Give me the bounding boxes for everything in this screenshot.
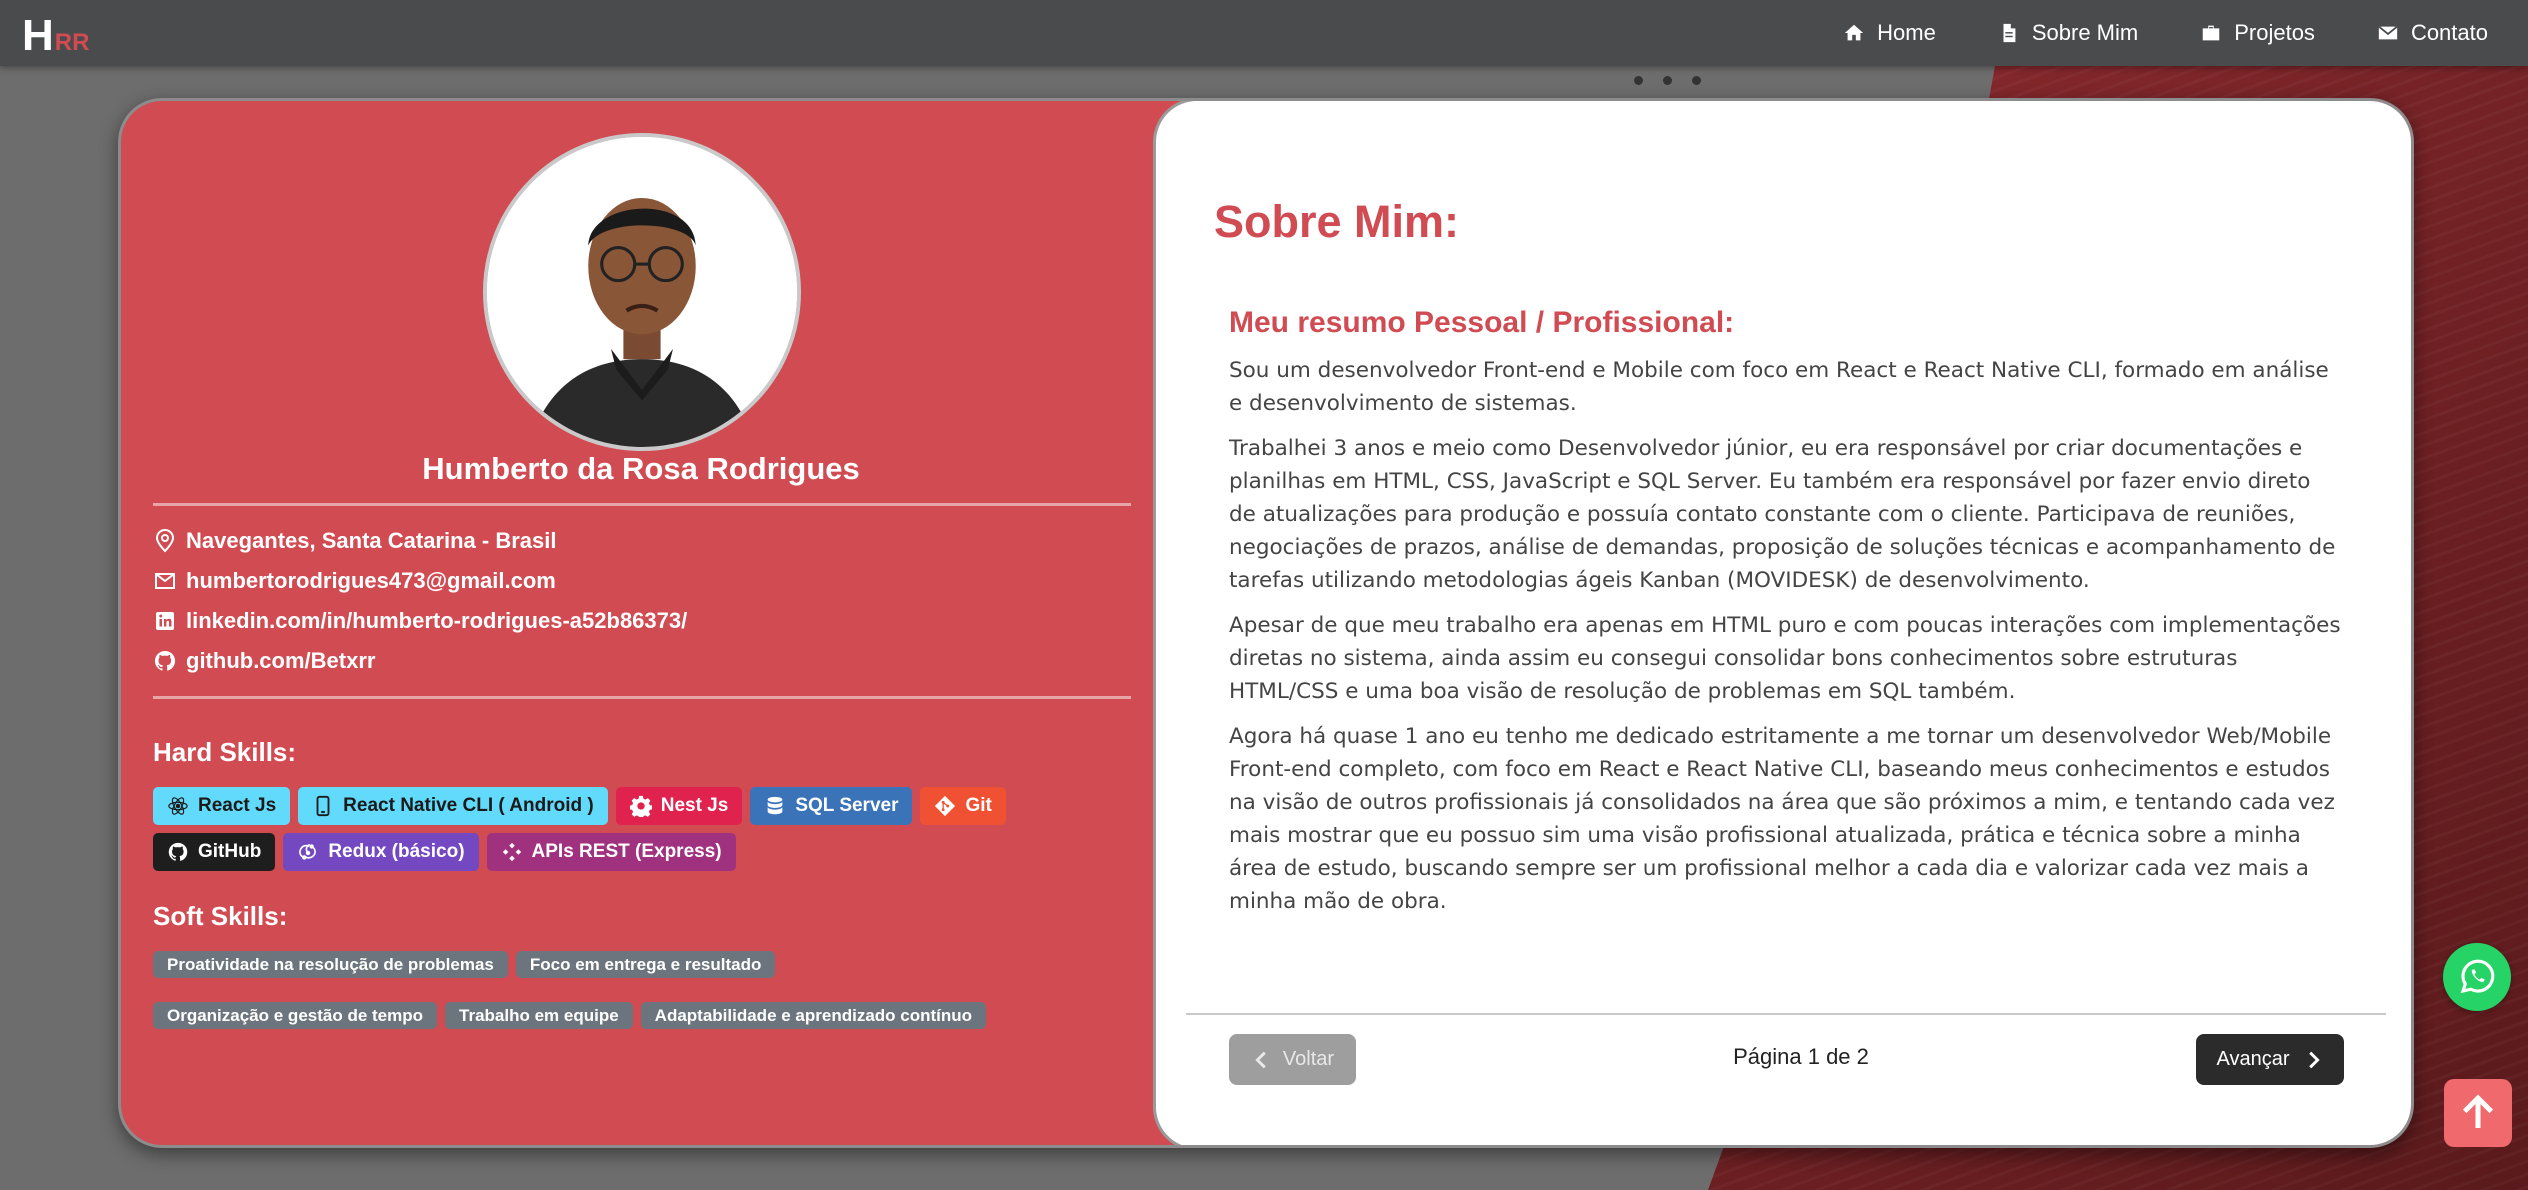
dot[interactable]	[1692, 76, 1701, 85]
document-icon	[2003, 23, 2016, 43]
contact-list: Navegantes, Santa Catarina - Brasil humb…	[153, 521, 687, 681]
page-indicator: Página 1 de 2	[1733, 1044, 1869, 1069]
soft-skill-badge: Foco em entrega e resultado	[515, 951, 776, 978]
github-icon	[154, 650, 176, 671]
skill-badge-github: GitHub	[153, 833, 276, 871]
hard-skills-title: Hard Skills:	[153, 737, 297, 767]
skill-badge-apis: APIs REST (Express)	[486, 833, 736, 871]
git-icon	[935, 795, 956, 817]
nav-home-label: Home	[1877, 20, 1936, 45]
database-icon	[767, 796, 783, 815]
soft-skill-badge: Adaptabilidade e aprendizado contínuo	[640, 1002, 987, 1029]
nav-projetos-label: Projetos	[2234, 20, 2315, 45]
skill-label: React Js	[198, 795, 277, 816]
back-button[interactable]: Voltar	[1229, 1034, 1356, 1085]
logo-letter: H	[22, 11, 54, 60]
arrow-up-icon	[2462, 1094, 2494, 1128]
whatsapp-button[interactable]	[2443, 943, 2511, 1011]
soft-skill-badge: Trabalho em equipe	[445, 1002, 633, 1029]
top-navbar: H RR Home Sobre Mim Projetos Contato	[0, 0, 2528, 66]
back-label: Voltar	[1282, 1048, 1335, 1070]
about-subtitle: Meu resumo Pessoal / Profissional:	[1229, 306, 1735, 339]
email-text[interactable]: humbertorodrigues473@gmail.com	[186, 568, 556, 594]
gear-icon	[629, 795, 652, 817]
github-text[interactable]: github.com/Betxrr	[186, 648, 375, 674]
divider	[153, 696, 1131, 699]
contact-email[interactable]: humbertorodrigues473@gmail.com	[153, 561, 687, 601]
skill-label: Nest Js	[660, 795, 729, 816]
nav-contato-label: Contato	[2410, 20, 2488, 45]
scroll-top-button[interactable]	[2444, 1079, 2512, 1147]
skill-label: SQL Server	[795, 795, 899, 816]
skill-label: Git	[965, 795, 992, 816]
nav-projetos[interactable]: Projetos	[2200, 20, 2315, 46]
carousel-dots	[1634, 76, 1701, 85]
network-icon	[502, 842, 521, 862]
profile-card: Humberto da Rosa Rodrigues Navegantes, S…	[118, 98, 2414, 1148]
map-pin-icon	[155, 529, 175, 553]
contact-location: Navegantes, Santa Catarina - Brasil	[153, 521, 687, 561]
divider	[153, 503, 1131, 506]
briefcase-icon	[2202, 25, 2220, 41]
profile-name: Humberto da Rosa Rodrigues	[422, 451, 860, 486]
contact-linkedin[interactable]: linkedin.com/in/humberto-rodrigues-a52b8…	[153, 601, 687, 641]
chevron-right-icon	[2308, 1051, 2320, 1068]
about-paragraph: Trabalhei 3 anos e meio como Desenvolved…	[1229, 436, 2336, 593]
redux-icon	[299, 843, 317, 860]
react-icon	[168, 797, 188, 815]
whatsapp-icon	[2460, 959, 2495, 994]
location-text: Navegantes, Santa Catarina - Brasil	[186, 528, 557, 553]
nav-contato[interactable]: Contato	[2377, 20, 2488, 46]
mobile-icon	[316, 795, 330, 817]
contact-github[interactable]: github.com/Betxrr	[153, 641, 687, 681]
envelope-icon	[155, 573, 175, 589]
about-paragraph: Agora há quase 1 ano eu tenho me dedicad…	[1229, 724, 2335, 914]
skill-label: APIs REST (Express)	[531, 841, 722, 862]
about-title: Sobre Mim:	[1214, 196, 1460, 247]
soft-skill-badge: Organização e gestão de tempo	[153, 1002, 438, 1029]
profile-panel: Humberto da Rosa Rodrigues Navegantes, S…	[121, 101, 1151, 1145]
skill-badge-nest: Nest Js	[615, 787, 743, 825]
skill-label: Redux (básico)	[328, 841, 465, 862]
avatar	[483, 133, 801, 451]
skill-badge-react-native: React Native CLI ( Android )	[298, 787, 608, 825]
skill-badge-git: Git	[920, 787, 1006, 825]
divider	[1186, 1013, 2386, 1015]
envelope-icon	[2378, 25, 2398, 40]
about-paragraph: Sou um desenvolvedor Front-end e Mobile …	[1229, 358, 2329, 416]
skill-label: GitHub	[198, 841, 262, 862]
soft-skill-badge: Proatividade na resolução de problemas	[153, 951, 508, 978]
about-body: Sou um desenvolvedor Front-end e Mobile …	[1229, 354, 2344, 930]
linkedin-text[interactable]: linkedin.com/in/humberto-rodrigues-a52b8…	[186, 608, 687, 634]
logo-sub: RR	[54, 29, 90, 56]
next-label: Avançar	[2216, 1048, 2290, 1070]
chevron-left-icon	[1255, 1051, 1266, 1068]
skill-label: React Native CLI ( Android )	[343, 795, 594, 816]
dot[interactable]	[1634, 76, 1643, 85]
home-icon	[1845, 24, 1864, 41]
linkedin-icon	[156, 612, 174, 630]
nav-home[interactable]: Home	[1843, 20, 1936, 46]
github-icon	[168, 842, 188, 861]
avatar-portrait	[487, 137, 797, 447]
next-button[interactable]: Avançar	[2196, 1034, 2344, 1085]
nav-sobre-mim-label: Sobre Mim	[2031, 20, 2139, 45]
about-paragraph: Apesar de que meu trabalho era apenas em…	[1229, 613, 2341, 704]
nav-links: Home Sobre Mim Projetos Contato	[1781, 20, 2488, 46]
skill-badge-redux: Redux (básico)	[283, 833, 479, 871]
skill-badge-sql: SQL Server	[750, 787, 913, 825]
logo[interactable]: H RR	[22, 8, 89, 58]
skill-badge-react: React Js	[153, 787, 291, 825]
soft-skills-list: Proatividade na resolução de problemas F…	[153, 951, 1153, 1029]
soft-skills-title: Soft Skills:	[153, 901, 288, 931]
dot[interactable]	[1663, 76, 1672, 85]
nav-sobre-mim[interactable]: Sobre Mim	[1998, 20, 2138, 46]
hard-skills-list: React Js React Native CLI ( Android ) Ne…	[153, 787, 1133, 871]
about-panel: Sobre Mim: Meu resumo Pessoal / Profissi…	[1153, 101, 2411, 1145]
